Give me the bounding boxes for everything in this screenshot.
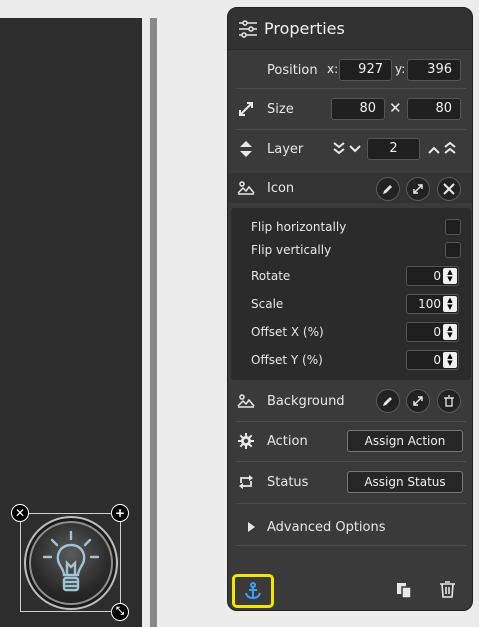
delete-background-button[interactable] bbox=[437, 389, 461, 413]
action-label: Action bbox=[267, 433, 308, 449]
height-input[interactable]: 80 bbox=[407, 98, 461, 120]
rotate-label: Rotate bbox=[251, 269, 291, 283]
layer-bottom-icon[interactable] bbox=[333, 141, 345, 159]
position-y-input[interactable]: 396 bbox=[407, 59, 461, 81]
pencil-icon bbox=[383, 185, 392, 194]
scale-stepper[interactable]: 100 ▲ ▼ bbox=[406, 294, 459, 314]
edit-icon-button[interactable] bbox=[376, 177, 400, 201]
lightbulb-icon bbox=[42, 530, 100, 592]
remove-handle-icon[interactable]: ✕ bbox=[11, 504, 29, 522]
position-x-input[interactable]: 927 bbox=[339, 59, 392, 81]
width-input[interactable]: 80 bbox=[331, 98, 385, 120]
advanced-options-toggle[interactable]: Advanced Options bbox=[228, 515, 472, 539]
layer-up-icon[interactable] bbox=[428, 144, 440, 159]
position-x-label: x: bbox=[327, 62, 339, 76]
repeat-icon bbox=[237, 473, 255, 491]
action-row: Action Assign Action bbox=[228, 428, 472, 454]
splitter-bar[interactable] bbox=[150, 18, 157, 627]
divider bbox=[236, 88, 466, 89]
icon-label: Icon bbox=[267, 180, 295, 196]
icon-options-section: Flip horizontally Flip vertically Rotate… bbox=[231, 208, 471, 380]
background-label: Background bbox=[267, 393, 345, 409]
expand-icon bbox=[413, 184, 423, 194]
flip-horizontal-checkbox[interactable] bbox=[445, 219, 461, 235]
flip-vertical-label: Flip vertically bbox=[251, 243, 332, 257]
panel-title: Properties bbox=[264, 19, 345, 38]
divider bbox=[236, 503, 466, 504]
size-row: Size 80 ✕ 80 bbox=[228, 96, 472, 122]
stepper-arrows-icon[interactable]: ▲ ▼ bbox=[443, 324, 457, 340]
lightbulb-widget[interactable] bbox=[24, 516, 118, 610]
pencil-icon bbox=[383, 397, 392, 406]
offset-y-label: Offset Y (%) bbox=[251, 353, 323, 367]
resize-handle-icon[interactable]: ⤡ bbox=[111, 603, 129, 621]
resize-background-button[interactable] bbox=[406, 389, 430, 413]
divider bbox=[236, 129, 466, 130]
position-y-label: y: bbox=[395, 62, 406, 76]
layer-down-icon[interactable] bbox=[349, 143, 361, 158]
position-label: Position bbox=[267, 62, 318, 78]
offset-x-value: 0 bbox=[433, 325, 441, 339]
add-handle-icon[interactable]: + bbox=[111, 504, 129, 522]
stepper-arrows-icon[interactable]: ▲ ▼ bbox=[443, 296, 457, 312]
divider bbox=[236, 421, 466, 422]
layer-row: Layer 2 bbox=[228, 136, 472, 162]
assign-action-button[interactable]: Assign Action bbox=[347, 430, 463, 452]
selected-widget[interactable] bbox=[20, 513, 121, 612]
properties-panel: Properties Position x: 927 y: 396 Size 8… bbox=[227, 7, 473, 611]
anchor-icon bbox=[245, 582, 261, 600]
scale-label: Scale bbox=[251, 297, 284, 311]
layer-top-icon[interactable] bbox=[444, 141, 456, 159]
panel-header: Properties bbox=[228, 8, 472, 50]
sliders-icon bbox=[239, 19, 257, 38]
divider bbox=[236, 461, 466, 462]
scale-value: 100 bbox=[418, 297, 441, 311]
anchor-button[interactable] bbox=[232, 574, 274, 608]
rotate-value: 0 bbox=[433, 269, 441, 283]
offset-x-label: Offset X (%) bbox=[251, 325, 324, 339]
close-icon bbox=[443, 183, 455, 195]
layer-input[interactable]: 2 bbox=[367, 138, 420, 160]
expand-icon bbox=[413, 396, 423, 406]
copy-icon[interactable] bbox=[396, 582, 412, 603]
stepper-arrows-icon[interactable]: ▲ ▼ bbox=[443, 268, 457, 284]
size-label: Size bbox=[267, 101, 294, 117]
icon-row: Icon bbox=[228, 173, 472, 203]
rotate-stepper[interactable]: 0 ▲ ▼ bbox=[406, 266, 459, 286]
times-icon: ✕ bbox=[389, 99, 402, 117]
divider bbox=[236, 545, 466, 546]
gear-icon bbox=[237, 432, 255, 450]
position-row: Position x: 927 y: 396 bbox=[228, 57, 472, 83]
remove-icon-button[interactable] bbox=[437, 177, 461, 201]
trash-icon[interactable] bbox=[440, 581, 455, 602]
status-label: Status bbox=[267, 474, 309, 490]
layer-label: Layer bbox=[267, 141, 304, 157]
image-icon bbox=[237, 179, 255, 197]
resize-icon-button[interactable] bbox=[406, 177, 430, 201]
status-row: Status Assign Status bbox=[228, 469, 472, 495]
trash-icon bbox=[444, 395, 454, 407]
offset-y-stepper[interactable]: 0 ▲ ▼ bbox=[406, 350, 459, 370]
caret-right-icon bbox=[248, 521, 255, 536]
offset-y-value: 0 bbox=[433, 353, 441, 367]
flip-vertical-checkbox[interactable] bbox=[445, 242, 461, 258]
up-down-icon bbox=[237, 140, 255, 158]
stepper-arrows-icon[interactable]: ▲ ▼ bbox=[443, 352, 457, 368]
edit-background-button[interactable] bbox=[376, 389, 400, 413]
background-row: Background bbox=[228, 386, 472, 416]
image-icon bbox=[237, 392, 255, 410]
offset-x-stepper[interactable]: 0 ▲ ▼ bbox=[406, 322, 459, 342]
flip-horizontal-label: Flip horizontally bbox=[251, 220, 347, 234]
advanced-options-label: Advanced Options bbox=[267, 519, 386, 535]
assign-status-button[interactable]: Assign Status bbox=[347, 471, 463, 493]
expand-arrows-icon bbox=[237, 100, 255, 118]
